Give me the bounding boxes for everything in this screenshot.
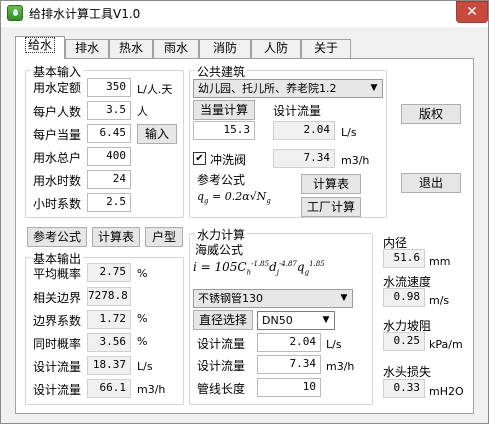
- average-probability-label: 平均概率: [33, 267, 82, 281]
- hydraulic-design-flow-ls-unit: L/s: [326, 338, 342, 351]
- boundary-coefficient-label: 边界系数: [33, 314, 82, 328]
- hydraulic-design-flow-ls-input[interactable]: 2.04: [257, 333, 321, 352]
- tab-civil-defense[interactable]: 人防: [251, 39, 301, 58]
- head-loss-label: 水头损失: [383, 365, 432, 379]
- usage-hours-input[interactable]: 24: [87, 170, 131, 189]
- water-quota-input[interactable]: 350: [87, 78, 131, 97]
- hydraulic-design-flow-ls-label: 设计流量: [197, 337, 246, 351]
- flow-velocity-unit: m/s: [429, 294, 450, 307]
- building-type-value: 幼儿园、托儿所、养老院1.2: [198, 82, 337, 95]
- basic-input-title: 基本输入: [31, 63, 84, 80]
- dn-select[interactable]: DN50 ▼: [257, 311, 335, 330]
- hourly-coefficient-label: 小时系数: [33, 197, 82, 211]
- related-boundary-field: 7278.8: [87, 287, 131, 306]
- water-quota-unit: L/人.天: [137, 83, 173, 96]
- chevron-down-icon: ▼: [340, 293, 348, 303]
- persons-unit: 人: [137, 105, 148, 118]
- persons-per-household-label: 每户人数: [33, 105, 82, 119]
- output-design-flow-m3h-field: 66.1: [87, 379, 131, 398]
- head-loss-unit: mH2O: [429, 385, 464, 398]
- inner-diameter-unit: mm: [429, 255, 451, 268]
- chevron-down-icon: ▼: [370, 83, 378, 93]
- public-flow-formula: qg = 0.2α√Ng: [197, 190, 271, 206]
- output-design-flow-ls-field: 18.37: [87, 356, 131, 375]
- calc-table-button[interactable]: 计算表: [92, 227, 140, 247]
- public-building-title: 公共建筑: [195, 63, 248, 80]
- copyright-button[interactable]: 版权: [401, 104, 461, 124]
- design-flow-label: 设计流量: [273, 104, 322, 118]
- design-flow-ls-field: 2.04: [273, 121, 335, 140]
- exit-button[interactable]: 退出: [401, 173, 461, 193]
- output-design-flow-ls-label: 设计流量: [33, 360, 82, 374]
- pipe-length-input[interactable]: 10: [257, 378, 321, 397]
- building-type-select[interactable]: 幼儿园、托儿所、养老院1.2 ▼: [193, 79, 383, 98]
- input-button[interactable]: 输入: [137, 124, 177, 144]
- simultaneous-probability-unit: %: [137, 335, 148, 348]
- hourly-coefficient-input[interactable]: 2.5: [87, 193, 131, 212]
- factory-calc-button[interactable]: 工厂计算: [301, 197, 361, 217]
- tab-water-supply[interactable]: 给水: [15, 36, 65, 59]
- unit-type-button[interactable]: 户型: [145, 227, 183, 247]
- total-households-input[interactable]: 400: [87, 147, 131, 166]
- flush-valve-checkbox[interactable]: ✔: [193, 152, 206, 165]
- equivalent-calc-button[interactable]: 当量计算: [193, 100, 255, 120]
- public-calc-table-button[interactable]: 计算表: [301, 174, 361, 194]
- dn-value: DN50: [262, 314, 293, 327]
- usage-hours-label: 用水时数: [33, 174, 82, 188]
- equivalent-value-field[interactable]: 15.3: [193, 121, 255, 140]
- hazen-williams-formula: i = 105Ch-1.85dj-4.87qg1.85: [193, 260, 325, 277]
- tab-rainwater[interactable]: 雨水: [153, 39, 199, 58]
- average-probability-field: 2.75: [87, 263, 131, 282]
- pipe-material-select[interactable]: 不锈钢管130 ▼: [193, 289, 353, 308]
- simultaneous-probability-field: 3.56: [87, 333, 131, 352]
- diameter-select-button[interactable]: 直径选择: [193, 310, 253, 330]
- app-window: 给排水计算工具V1.0 ✕ 给水 排水 热水 雨水 消防 人防 关于 基本输入 …: [0, 0, 489, 424]
- persons-per-household-input[interactable]: 3.5: [87, 101, 131, 120]
- pipe-length-label: 管线长度: [197, 382, 246, 396]
- chevron-down-icon: ▼: [322, 315, 330, 325]
- fixture-units-label: 每户当量: [33, 128, 82, 142]
- hazen-williams-label: 海威公式: [195, 243, 244, 257]
- title-bar: 给排水计算工具V1.0 ✕: [1, 1, 488, 27]
- hydraulic-design-flow-m3h-input[interactable]: 7.34: [257, 355, 321, 374]
- related-boundary-label: 相关边界: [33, 291, 82, 305]
- hydraulic-design-flow-m3h-unit: m3/h: [326, 360, 355, 373]
- reference-formula-label: 参考公式: [197, 173, 246, 187]
- simultaneous-probability-label: 同时概率: [33, 337, 82, 351]
- water-drop-icon: [7, 5, 23, 21]
- hydraulic-design-flow-m3h-label: 设计流量: [197, 359, 246, 373]
- output-design-flow-m3h-label: 设计流量: [33, 383, 82, 397]
- hydraulic-gradient-unit: kPa/m: [429, 338, 463, 351]
- flush-valve-label: 冲洗阀: [210, 153, 247, 167]
- water-quota-label: 用水定额: [33, 81, 82, 95]
- output-design-flow-m3h-unit: m3/h: [137, 383, 166, 396]
- average-probability-unit: %: [137, 267, 148, 280]
- close-button[interactable]: ✕: [456, 1, 488, 23]
- tab-drainage[interactable]: 排水: [65, 39, 109, 58]
- boundary-coefficient-field: 1.72: [87, 310, 131, 329]
- tab-fire-protection[interactable]: 消防: [199, 39, 251, 58]
- pipe-material-value: 不锈钢管130: [198, 292, 263, 305]
- inner-diameter-field: 51.6: [383, 249, 425, 268]
- tab-about[interactable]: 关于: [301, 39, 351, 58]
- output-design-flow-ls-unit: L/s: [137, 360, 153, 373]
- head-loss-field: 0.33: [383, 379, 425, 398]
- flow-velocity-field: 0.98: [383, 288, 425, 307]
- window-title: 给排水计算工具V1.0: [29, 7, 141, 21]
- design-flow-ls-unit: L/s: [341, 126, 357, 139]
- reference-formula-button[interactable]: 参考公式: [27, 227, 87, 247]
- hydraulic-gradient-field: 0.25: [383, 332, 425, 351]
- tab-hot-water[interactable]: 热水: [109, 39, 153, 58]
- flush-flow-unit: m3/h: [341, 154, 370, 167]
- boundary-coefficient-unit: %: [137, 312, 148, 325]
- total-households-label: 用水总户: [33, 151, 82, 165]
- flush-flow-field: 7.34: [273, 149, 335, 168]
- fixture-units-input[interactable]: 6.45: [87, 124, 131, 143]
